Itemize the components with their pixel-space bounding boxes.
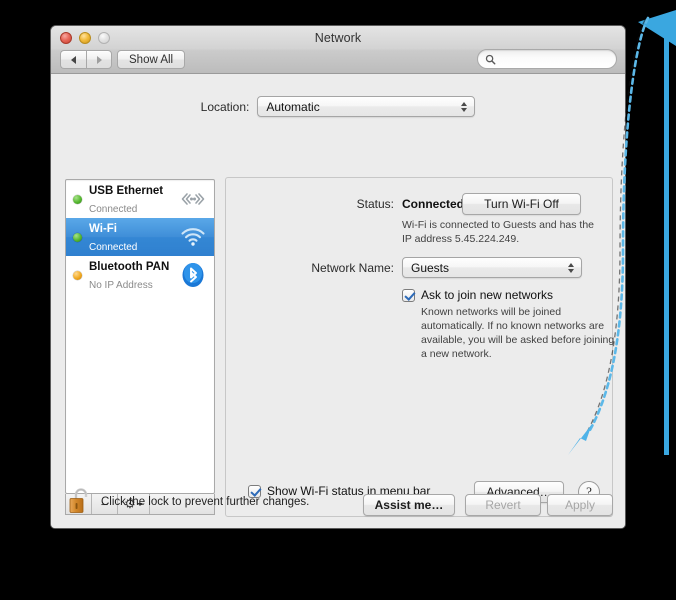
service-row-wifi[interactable]: Wi-Fi Connected <box>66 218 214 256</box>
status-value: Connected <box>402 197 465 211</box>
annotation-edge-bar <box>664 20 669 455</box>
apply-label: Apply <box>564 498 596 512</box>
network-name-select[interactable]: Guests <box>402 257 582 278</box>
location-select[interactable]: Automatic <box>257 96 476 117</box>
status-dot-amber <box>73 270 82 280</box>
chevron-right-icon <box>96 55 102 64</box>
forward-button[interactable] <box>86 50 112 69</box>
annotation-arrowhead-top <box>638 10 676 46</box>
window-footer: Click the lock to prevent further change… <box>51 477 625 528</box>
ask-to-join-help-text: Known networks will be joined automatica… <box>421 306 615 360</box>
service-name: USB Ethernet <box>89 185 164 198</box>
stepper-arrows-icon <box>461 101 468 112</box>
search-field[interactable] <box>477 49 625 69</box>
navigation-buttons <box>60 50 112 69</box>
revert-label: Revert <box>485 498 521 512</box>
turn-wifi-off-label: Turn Wi‑Fi Off <box>484 197 559 211</box>
search-icon <box>485 54 496 65</box>
service-status: Connected <box>89 204 138 215</box>
lock-hint-text: Click the lock to prevent further change… <box>101 496 310 508</box>
assist-me-label: Assist me… <box>374 498 444 512</box>
back-button[interactable] <box>60 50 86 69</box>
service-row-usb-ethernet[interactable]: USB Ethernet Connected <box>66 180 214 218</box>
search-input[interactable] <box>496 52 625 66</box>
service-list[interactable]: USB Ethernet Connected Wi-Fi Connected B… <box>65 179 215 494</box>
status-label: Status: <box>356 197 394 211</box>
network-name-value: Guests <box>411 260 450 275</box>
ask-to-join-checkbox[interactable] <box>402 289 415 302</box>
window-title: Network <box>314 31 362 45</box>
apply-button[interactable]: Apply <box>547 494 613 516</box>
chevron-left-icon <box>71 55 76 64</box>
stepper-arrows-icon <box>568 262 574 273</box>
service-name: Bluetooth PAN <box>89 261 170 274</box>
ask-to-join-row[interactable]: Ask to join new networks <box>402 288 617 302</box>
service-status: No IP Address <box>89 280 153 291</box>
wifi-settings-panel: Status: Connected Turn Wi‑Fi Off Wi‑Fi i… <box>225 177 614 517</box>
service-name: Wi-Fi <box>89 223 117 236</box>
status-dot-green <box>73 194 82 204</box>
assist-me-button[interactable]: Assist me… <box>363 494 455 516</box>
screen-root: Network Show All Location: Automatic USB… <box>0 0 676 600</box>
status-description: Wi‑Fi is connected to Guests and has the… <box>402 219 595 245</box>
ask-to-join-block: Ask to join new networks Known networks … <box>402 288 617 361</box>
show-all-label: Show All <box>129 53 174 66</box>
location-label: Location: <box>200 99 250 114</box>
ask-to-join-label: Ask to join new networks <box>421 288 554 302</box>
turn-wifi-off-button[interactable]: Turn Wi‑Fi Off <box>462 193 581 215</box>
status-dot-green <box>73 232 82 242</box>
location-value: Automatic <box>266 99 320 114</box>
window-body: Location: Automatic USB Ethernet Connect… <box>51 74 625 528</box>
unlocked-padlock-icon[interactable] <box>67 486 95 516</box>
wifi-icon <box>178 223 208 251</box>
service-status: Connected <box>89 242 138 253</box>
bluetooth-icon <box>178 261 208 289</box>
network-name-label: Network Name: <box>311 261 394 275</box>
network-preferences-window: Network Show All Location: Automatic USB… <box>50 25 626 529</box>
show-all-button[interactable]: Show All <box>117 50 186 69</box>
service-row-bluetooth-pan[interactable]: Bluetooth PAN No IP Address <box>66 256 214 294</box>
window-titlebar: Network Show All <box>51 26 625 74</box>
revert-button[interactable]: Revert <box>465 494 541 516</box>
ethernet-icon <box>178 185 208 213</box>
location-row: Location: Automatic <box>51 96 625 117</box>
